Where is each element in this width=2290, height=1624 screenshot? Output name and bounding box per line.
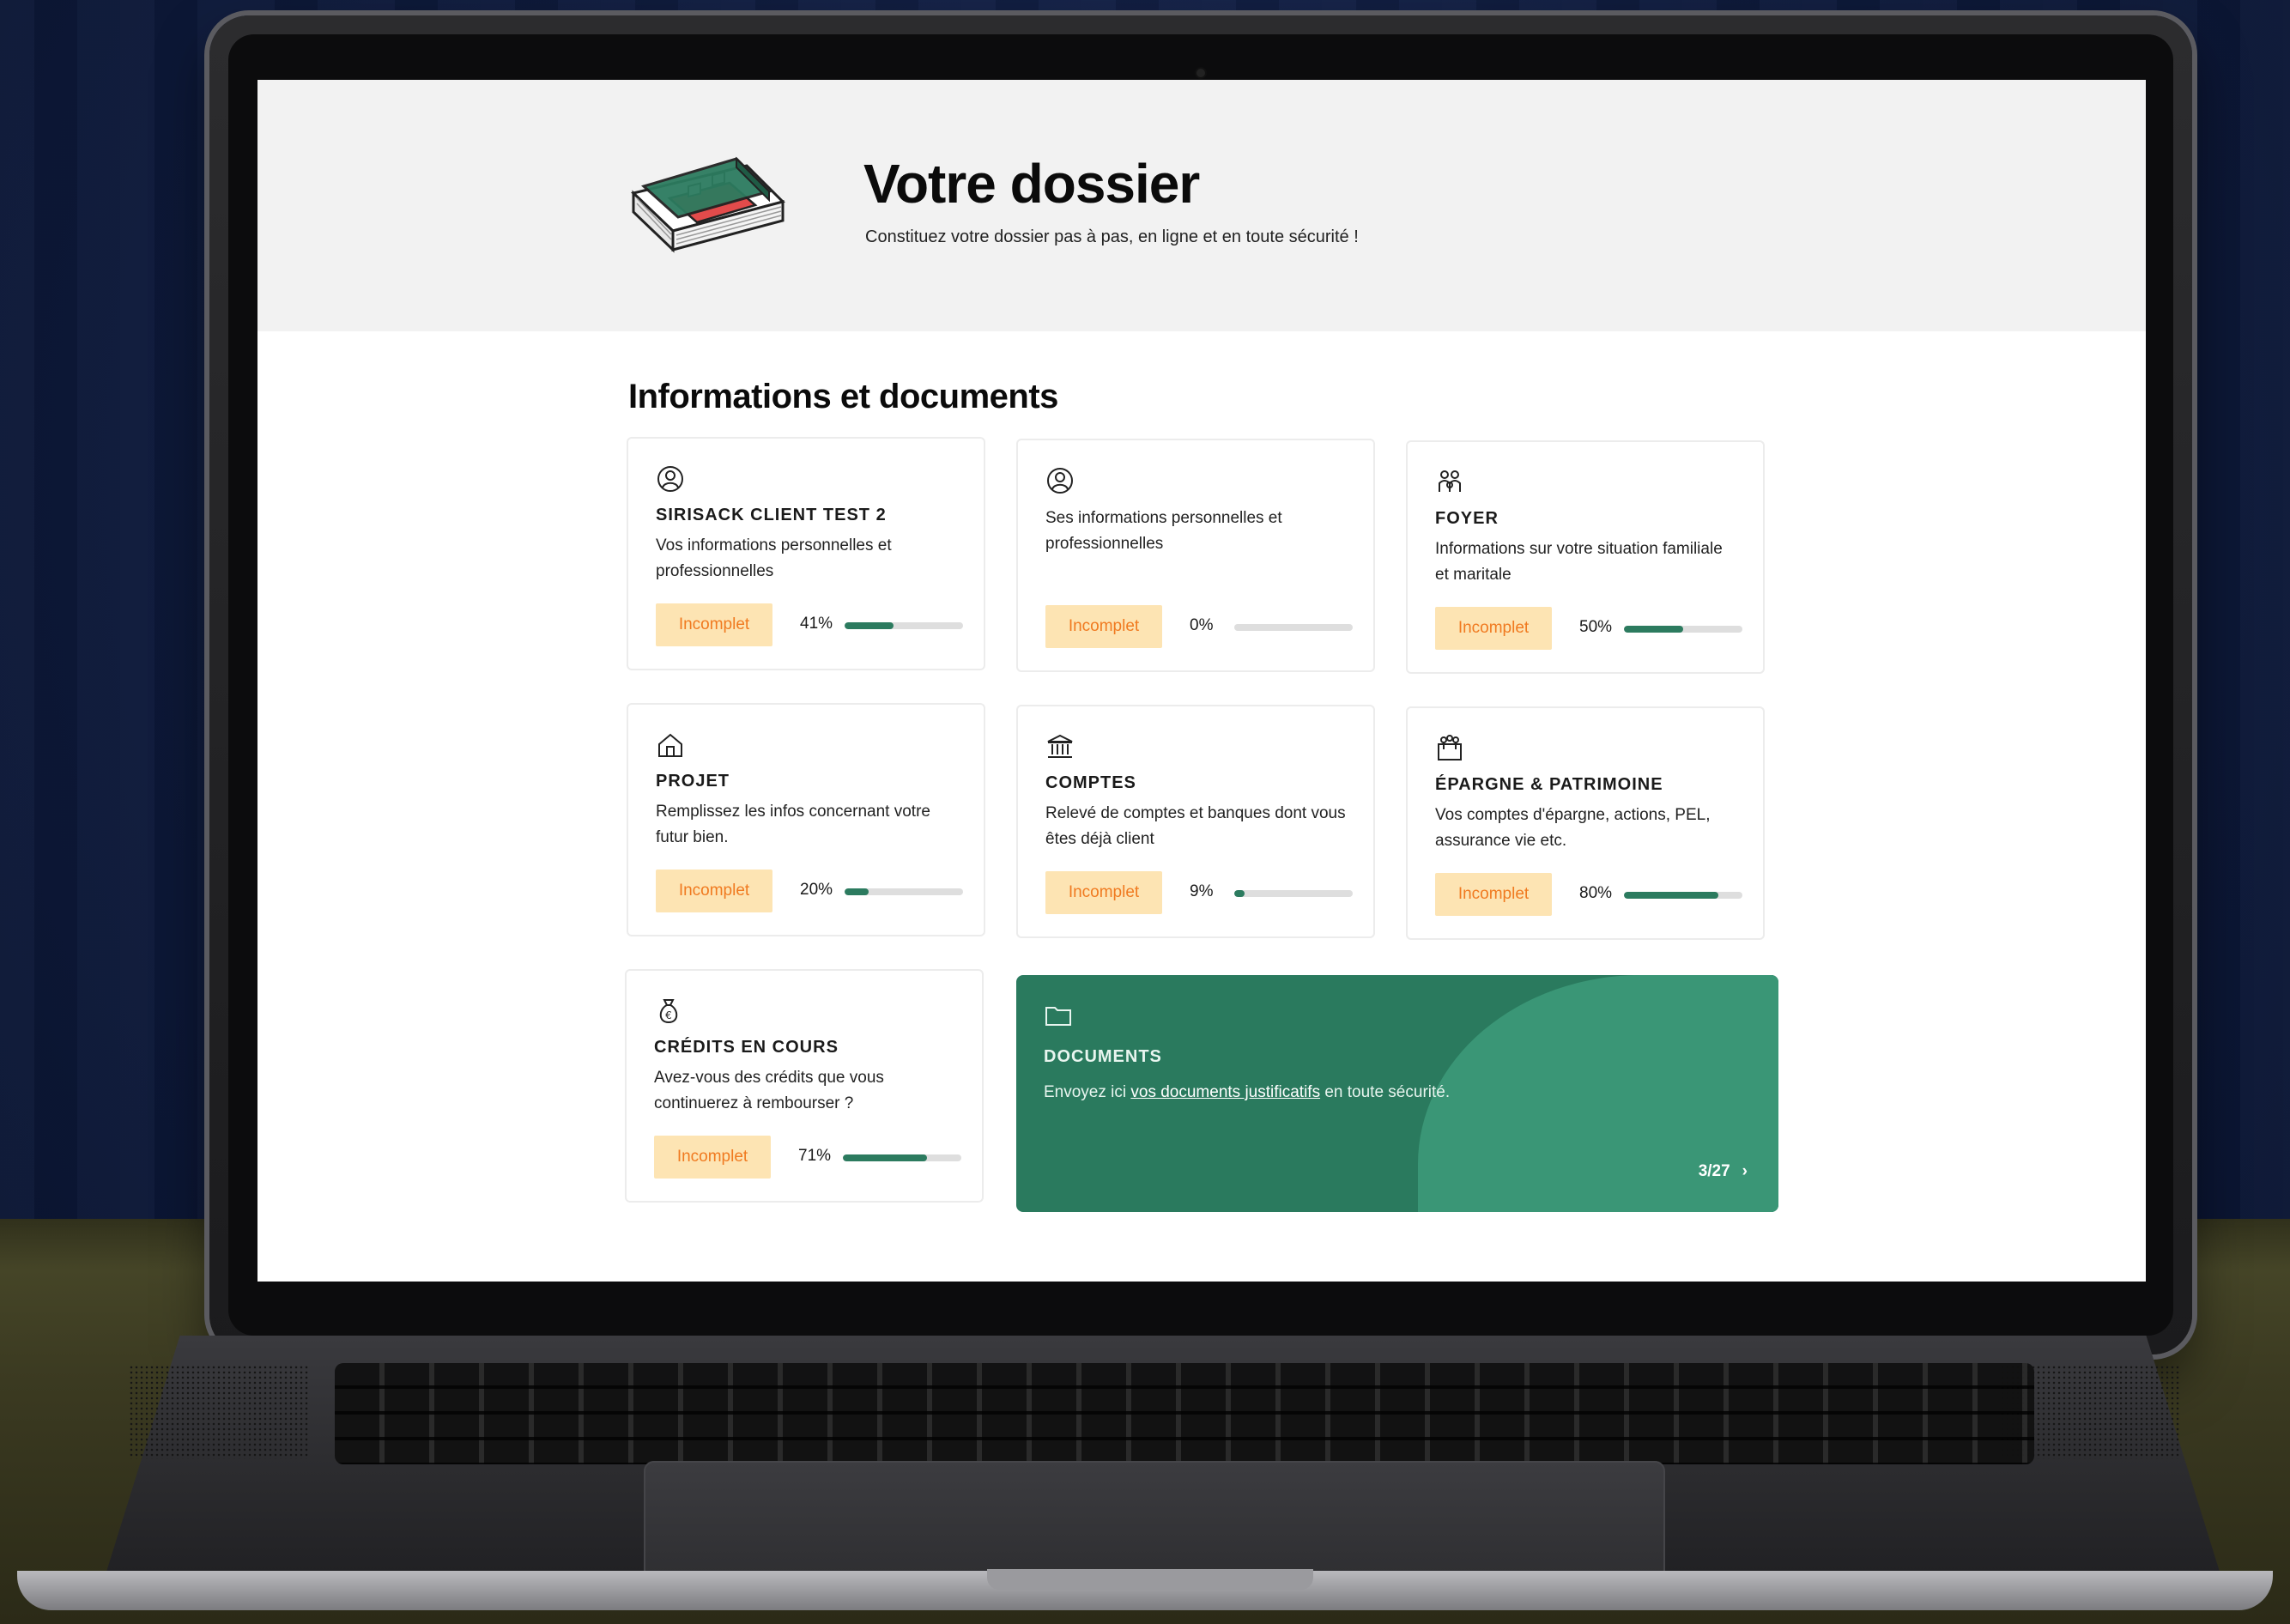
card-comptes[interactable]: COMPTES Relevé de comptes et banques don…	[1016, 705, 1375, 938]
documents-desc-after: en toute sécurité.	[1320, 1083, 1451, 1101]
progress-label: 71%	[798, 1147, 832, 1165]
progress-label: 50%	[1579, 618, 1613, 636]
progress-fill	[1234, 890, 1245, 897]
documents-pager[interactable]: 3/27 ›	[1699, 1162, 1748, 1181]
card-epargne[interactable]: ÉPARGNE & PATRIMOINE Vos comptes d'éparg…	[1406, 706, 1765, 940]
documents-desc-before: Envoyez ici	[1044, 1083, 1131, 1101]
card-title: PROJET	[656, 772, 730, 791]
family-icon	[1435, 468, 1464, 497]
progress-fill	[1624, 626, 1683, 633]
progress-label: 20%	[800, 881, 833, 899]
card-title: CRÉDITS EN COURS	[654, 1038, 839, 1057]
progress-label: 0%	[1190, 616, 1214, 634]
card-coborrower[interactable]: Ses informations personnelles et profess…	[1016, 439, 1375, 672]
chevron-right-icon: ›	[1742, 1162, 1748, 1180]
progress-label: 80%	[1579, 884, 1613, 902]
card-documents[interactable]: DOCUMENTS Envoyez ici vos documents just…	[1016, 975, 1778, 1212]
progress-label: 9%	[1190, 882, 1214, 900]
keyboard	[335, 1363, 2034, 1464]
status-badge: Incomplet	[656, 603, 772, 646]
svg-text:€: €	[665, 1009, 672, 1021]
user-circle-icon	[656, 464, 685, 494]
progress-bar	[1624, 892, 1742, 899]
page-header: Votre dossier Constituez votre dossier p…	[257, 80, 2146, 331]
progress-fill	[1624, 892, 1719, 899]
page-title: Votre dossier	[863, 153, 1200, 215]
status-badge: Incomplet	[656, 870, 772, 912]
progress-bar	[845, 622, 963, 629]
documents-title: DOCUMENTS	[1044, 1047, 1162, 1066]
card-client[interactable]: SIRISACK CLIENT TEST 2 Vos informations …	[627, 437, 985, 670]
card-description: Remplissez les infos concernant votre fu…	[656, 803, 930, 846]
progress-fill	[845, 622, 894, 629]
progress-fill	[845, 888, 869, 895]
card-title: FOYER	[1435, 509, 1499, 528]
card-foyer[interactable]: FOYER Informations sur votre situation f…	[1406, 440, 1765, 674]
card-credits[interactable]: € CRÉDITS EN COURS Avez-vous des crédits…	[625, 969, 984, 1203]
trackpad	[644, 1461, 1665, 1581]
speaker-grille	[129, 1365, 309, 1459]
card-description: Informations sur votre situation familia…	[1435, 540, 1723, 584]
euro-bag-icon: €	[654, 997, 683, 1026]
card-projet[interactable]: PROJET Remplissez les infos concernant v…	[627, 703, 985, 936]
laptop-screen: Votre dossier Constituez votre dossier p…	[257, 80, 2146, 1282]
card-title: SIRISACK CLIENT TEST 2	[656, 506, 887, 524]
status-badge: Incomplet	[1435, 873, 1552, 916]
status-badge: Incomplet	[1045, 605, 1162, 648]
camera-icon	[1196, 69, 1205, 77]
card-description: Relevé de comptes et banques dont vous ê…	[1045, 804, 1346, 848]
card-description: Vos comptes d'épargne, actions, PEL, ass…	[1435, 806, 1711, 850]
progress-bar	[845, 888, 963, 895]
status-badge: Incomplet	[654, 1136, 771, 1179]
progress-bar	[1624, 626, 1742, 633]
pager-count: 3/27	[1698, 1162, 1730, 1180]
card-title: ÉPARGNE & PATRIMOINE	[1435, 775, 1663, 794]
page-subtitle: Constituez votre dossier pas à pas, en l…	[865, 227, 1359, 246]
home-icon	[656, 730, 685, 760]
progress-bar	[1234, 624, 1353, 631]
house-book-icon	[630, 156, 785, 253]
card-description: Vos informations personnelles et profess…	[656, 536, 892, 580]
status-badge: Incomplet	[1435, 607, 1552, 650]
card-description: Ses informations personnelles et profess…	[1045, 509, 1282, 553]
savings-icon	[1435, 734, 1464, 763]
documents-description: Envoyez ici vos documents justificatifs …	[1044, 1083, 1450, 1102]
user-circle-icon	[1045, 466, 1075, 495]
card-description: Avez-vous des crédits que vous continuer…	[654, 1069, 884, 1112]
progress-label: 41%	[800, 615, 833, 633]
bank-icon	[1045, 732, 1075, 761]
progress-bar	[1234, 890, 1353, 897]
progress-bar	[843, 1154, 961, 1161]
folder-icon	[1044, 1001, 1073, 1030]
progress-fill	[843, 1154, 927, 1161]
documents-link[interactable]: vos documents justificatifs	[1130, 1083, 1320, 1101]
status-badge: Incomplet	[1045, 871, 1162, 914]
card-title: COMPTES	[1045, 773, 1136, 792]
section-title: Informations et documents	[628, 378, 1058, 415]
laptop-notch	[987, 1569, 1313, 1590]
